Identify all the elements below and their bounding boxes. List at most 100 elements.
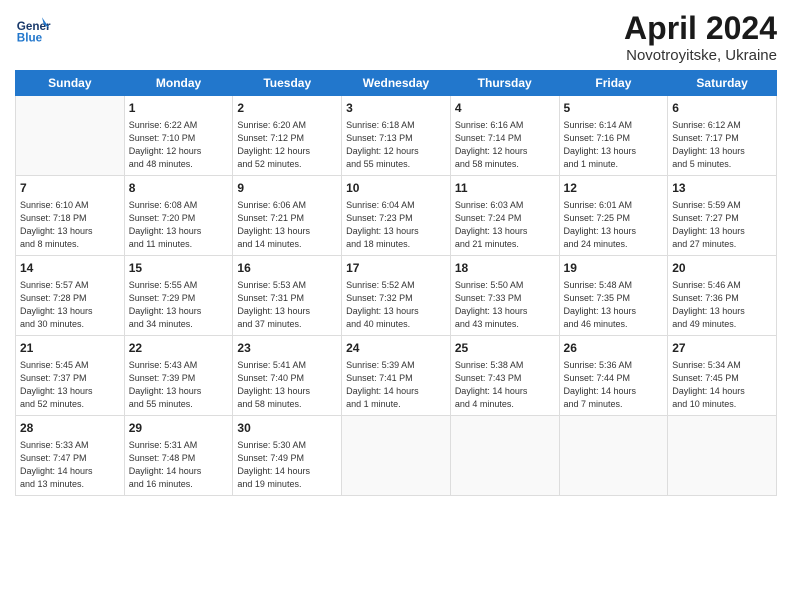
day-number: 19 bbox=[564, 260, 664, 277]
cell-info: Sunrise: 6:10 AM Sunset: 7:18 PM Dayligh… bbox=[20, 199, 120, 251]
cell-info: Sunrise: 5:52 AM Sunset: 7:32 PM Dayligh… bbox=[346, 279, 446, 331]
cell-info: Sunrise: 5:45 AM Sunset: 7:37 PM Dayligh… bbox=[20, 359, 120, 411]
day-number: 25 bbox=[455, 340, 555, 357]
week-row-1: 7 Sunrise: 6:10 AM Sunset: 7:18 PM Daylig… bbox=[16, 176, 777, 256]
day-number: 15 bbox=[129, 260, 229, 277]
calendar-table: SundayMondayTuesdayWednesdayThursdayFrid… bbox=[15, 70, 777, 496]
calendar-cell: 18 Sunrise: 5:50 AM Sunset: 7:33 PM Dayli… bbox=[450, 256, 559, 336]
day-number: 4 bbox=[455, 100, 555, 117]
day-number: 17 bbox=[346, 260, 446, 277]
calendar-cell: 12Sunrise: 6:01 AM Sunset: 7:25 PM Dayli… bbox=[559, 176, 668, 256]
day-number: 18 bbox=[455, 260, 555, 277]
calendar-cell: 26Sunrise: 5:36 AM Sunset: 7:44 PM Dayli… bbox=[559, 336, 668, 416]
cell-info: Sunrise: 6:16 AM Sunset: 7:14 PM Dayligh… bbox=[455, 119, 555, 171]
day-number: 22 bbox=[129, 340, 229, 357]
calendar-cell: 3 Sunrise: 6:18 AM Sunset: 7:13 PM Daylig… bbox=[342, 96, 451, 176]
cell-info: Sunrise: 6:01 AM Sunset: 7:25 PM Dayligh… bbox=[564, 199, 664, 251]
week-row-4: 28 Sunrise: 5:33 AM Sunset: 7:47 PM Dayli… bbox=[16, 416, 777, 496]
calendar-cell: 30 Sunrise: 5:30 AM Sunset: 7:49 PM Dayli… bbox=[233, 416, 342, 496]
weekday-header-wednesday: Wednesday bbox=[342, 71, 451, 96]
day-number: 11 bbox=[455, 180, 555, 197]
calendar-cell: 21 Sunrise: 5:45 AM Sunset: 7:37 PM Dayli… bbox=[16, 336, 125, 416]
cell-info: Sunrise: 6:08 AM Sunset: 7:20 PM Dayligh… bbox=[129, 199, 229, 251]
week-row-3: 21 Sunrise: 5:45 AM Sunset: 7:37 PM Dayli… bbox=[16, 336, 777, 416]
calendar-cell: 6 Sunrise: 6:12 AM Sunset: 7:17 PM Daylig… bbox=[668, 96, 777, 176]
cell-info: Sunrise: 6:14 AM Sunset: 7:16 PM Dayligh… bbox=[564, 119, 664, 171]
calendar-cell: 7 Sunrise: 6:10 AM Sunset: 7:18 PM Daylig… bbox=[16, 176, 125, 256]
week-row-0: 1 Sunrise: 6:22 AM Sunset: 7:10 PM Daylig… bbox=[16, 96, 777, 176]
cell-info: Sunrise: 6:22 AM Sunset: 7:10 PM Dayligh… bbox=[129, 119, 229, 171]
weekday-header-sunday: Sunday bbox=[16, 71, 125, 96]
day-number: 14 bbox=[20, 260, 120, 277]
calendar-cell: 1 Sunrise: 6:22 AM Sunset: 7:10 PM Daylig… bbox=[124, 96, 233, 176]
logo-icon: General Blue bbox=[15, 10, 51, 46]
day-number: 3 bbox=[346, 100, 446, 117]
cell-info: Sunrise: 6:18 AM Sunset: 7:13 PM Dayligh… bbox=[346, 119, 446, 171]
cell-info: Sunrise: 6:06 AM Sunset: 7:21 PM Dayligh… bbox=[237, 199, 337, 251]
subtitle: Novotroyitske, Ukraine bbox=[624, 47, 777, 64]
weekday-header-monday: Monday bbox=[124, 71, 233, 96]
day-number: 9 bbox=[237, 180, 337, 197]
calendar-cell: 4 Sunrise: 6:16 AM Sunset: 7:14 PM Daylig… bbox=[450, 96, 559, 176]
weekday-header-thursday: Thursday bbox=[450, 71, 559, 96]
calendar-cell: 27Sunrise: 5:34 AM Sunset: 7:45 PM Dayli… bbox=[668, 336, 777, 416]
day-number: 16 bbox=[237, 260, 337, 277]
weekday-header-friday: Friday bbox=[559, 71, 668, 96]
calendar-cell: 25 Sunrise: 5:38 AM Sunset: 7:43 PM Dayli… bbox=[450, 336, 559, 416]
calendar-cell: 20 Sunrise: 5:46 AM Sunset: 7:36 PM Dayli… bbox=[668, 256, 777, 336]
calendar-cell bbox=[668, 416, 777, 496]
calendar-cell: 13Sunrise: 5:59 AM Sunset: 7:27 PM Dayli… bbox=[668, 176, 777, 256]
cell-info: Sunrise: 5:59 AM Sunset: 7:27 PM Dayligh… bbox=[672, 199, 772, 251]
day-number: 30 bbox=[237, 420, 337, 437]
day-number: 7 bbox=[20, 180, 120, 197]
calendar-cell: 11 Sunrise: 6:03 AM Sunset: 7:24 PM Dayli… bbox=[450, 176, 559, 256]
calendar-cell: 29 Sunrise: 5:31 AM Sunset: 7:48 PM Dayli… bbox=[124, 416, 233, 496]
weekday-header-tuesday: Tuesday bbox=[233, 71, 342, 96]
cell-info: Sunrise: 6:12 AM Sunset: 7:17 PM Dayligh… bbox=[672, 119, 772, 171]
weekday-header-saturday: Saturday bbox=[668, 71, 777, 96]
page: General Blue April 2024 Novotroyitske, U… bbox=[0, 0, 792, 506]
cell-info: Sunrise: 5:30 AM Sunset: 7:49 PM Dayligh… bbox=[237, 439, 337, 491]
calendar-cell: 9 Sunrise: 6:06 AM Sunset: 7:21 PM Daylig… bbox=[233, 176, 342, 256]
day-number: 28 bbox=[20, 420, 120, 437]
logo: General Blue bbox=[15, 10, 55, 46]
cell-info: Sunrise: 5:38 AM Sunset: 7:43 PM Dayligh… bbox=[455, 359, 555, 411]
day-number: 21 bbox=[20, 340, 120, 357]
day-number: 10 bbox=[346, 180, 446, 197]
header: General Blue April 2024 Novotroyitske, U… bbox=[15, 10, 777, 64]
calendar-cell: 2 Sunrise: 6:20 AM Sunset: 7:12 PM Daylig… bbox=[233, 96, 342, 176]
day-number: 26 bbox=[564, 340, 664, 357]
weekday-header-row: SundayMondayTuesdayWednesdayThursdayFrid… bbox=[16, 71, 777, 96]
cell-info: Sunrise: 5:39 AM Sunset: 7:41 PM Dayligh… bbox=[346, 359, 446, 411]
day-number: 29 bbox=[129, 420, 229, 437]
cell-info: Sunrise: 5:31 AM Sunset: 7:48 PM Dayligh… bbox=[129, 439, 229, 491]
svg-text:Blue: Blue bbox=[17, 32, 43, 45]
calendar-cell bbox=[559, 416, 668, 496]
cell-info: Sunrise: 5:50 AM Sunset: 7:33 PM Dayligh… bbox=[455, 279, 555, 331]
day-number: 6 bbox=[672, 100, 772, 117]
cell-info: Sunrise: 5:43 AM Sunset: 7:39 PM Dayligh… bbox=[129, 359, 229, 411]
day-number: 24 bbox=[346, 340, 446, 357]
week-row-2: 14 Sunrise: 5:57 AM Sunset: 7:28 PM Dayli… bbox=[16, 256, 777, 336]
cell-info: Sunrise: 5:34 AM Sunset: 7:45 PM Dayligh… bbox=[672, 359, 772, 411]
cell-info: Sunrise: 6:03 AM Sunset: 7:24 PM Dayligh… bbox=[455, 199, 555, 251]
day-number: 20 bbox=[672, 260, 772, 277]
calendar-cell: 23 Sunrise: 5:41 AM Sunset: 7:40 PM Dayli… bbox=[233, 336, 342, 416]
cell-info: Sunrise: 5:55 AM Sunset: 7:29 PM Dayligh… bbox=[129, 279, 229, 331]
calendar-cell: 10Sunrise: 6:04 AM Sunset: 7:23 PM Dayli… bbox=[342, 176, 451, 256]
calendar-cell: 17 Sunrise: 5:52 AM Sunset: 7:32 PM Dayli… bbox=[342, 256, 451, 336]
cell-info: Sunrise: 5:53 AM Sunset: 7:31 PM Dayligh… bbox=[237, 279, 337, 331]
day-number: 23 bbox=[237, 340, 337, 357]
calendar-cell: 14 Sunrise: 5:57 AM Sunset: 7:28 PM Dayli… bbox=[16, 256, 125, 336]
cell-info: Sunrise: 5:46 AM Sunset: 7:36 PM Dayligh… bbox=[672, 279, 772, 331]
cell-info: Sunrise: 5:33 AM Sunset: 7:47 PM Dayligh… bbox=[20, 439, 120, 491]
day-number: 5 bbox=[564, 100, 664, 117]
cell-info: Sunrise: 6:20 AM Sunset: 7:12 PM Dayligh… bbox=[237, 119, 337, 171]
cell-info: Sunrise: 5:57 AM Sunset: 7:28 PM Dayligh… bbox=[20, 279, 120, 331]
day-number: 1 bbox=[129, 100, 229, 117]
day-number: 8 bbox=[129, 180, 229, 197]
cell-info: Sunrise: 5:41 AM Sunset: 7:40 PM Dayligh… bbox=[237, 359, 337, 411]
day-number: 2 bbox=[237, 100, 337, 117]
cell-info: Sunrise: 5:48 AM Sunset: 7:35 PM Dayligh… bbox=[564, 279, 664, 331]
calendar-cell bbox=[450, 416, 559, 496]
